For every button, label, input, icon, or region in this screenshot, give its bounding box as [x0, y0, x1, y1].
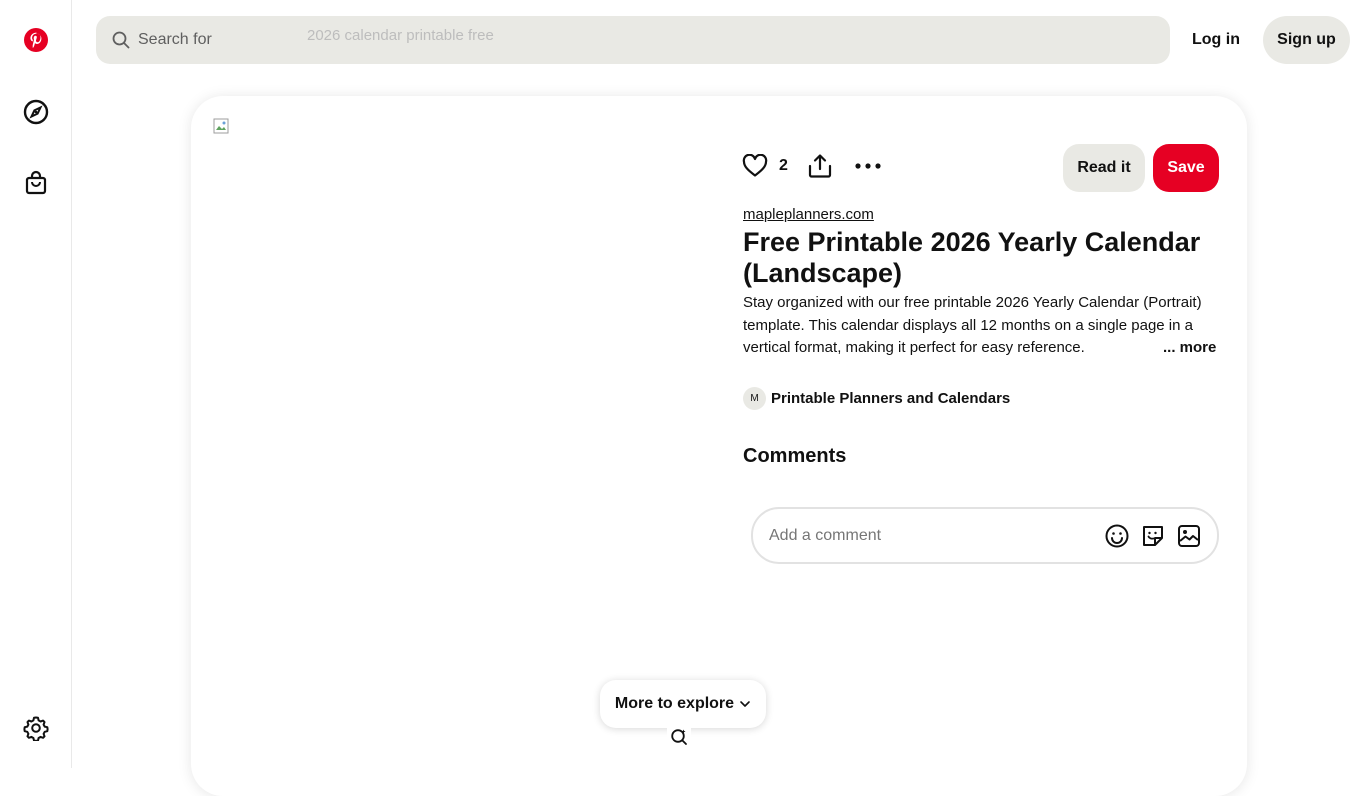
more-to-explore-label: More to explore — [614, 695, 735, 712]
search-input[interactable]: Search for — [138, 31, 212, 49]
search-bar[interactable]: Search for 2026 calendar printable free — [96, 16, 1170, 64]
save-button[interactable]: Save — [1153, 144, 1219, 192]
more-options-icon[interactable] — [854, 152, 882, 180]
pin-description: Stay organized with our free printable 2… — [743, 294, 1202, 356]
more-to-explore-button[interactable]: More to explore — [600, 680, 766, 728]
pin-actions: 2 — [741, 152, 882, 180]
comment-input-placeholder[interactable]: Add a comment — [769, 527, 1093, 545]
board-link[interactable]: M Printable Planners and Calendars — [743, 387, 1010, 410]
emoji-icon[interactable] — [1105, 524, 1129, 548]
comment-input[interactable]: Add a comment — [751, 507, 1219, 564]
board-name: Printable Planners and Calendars — [771, 390, 1011, 407]
comments-heading: Comments — [743, 445, 847, 467]
board-avatar: M — [743, 387, 766, 410]
left-sidebar — [0, 0, 72, 768]
search-icon — [112, 31, 130, 49]
description-more-link[interactable]: ... more — [1157, 338, 1217, 358]
chevron-down-icon — [739, 698, 751, 710]
share-icon[interactable] — [806, 152, 834, 180]
login-button[interactable]: Log in — [1180, 16, 1252, 64]
signup-button[interactable]: Sign up — [1263, 16, 1350, 64]
shopping-bag-icon[interactable] — [22, 169, 50, 197]
pin-title: Free Printable 2026 Yearly Calendar (Lan… — [743, 227, 1201, 288]
pinterest-logo-icon[interactable] — [22, 26, 50, 54]
source-link[interactable]: mapleplanners.com — [743, 206, 874, 223]
settings-gear-icon[interactable] — [22, 714, 50, 742]
image-upload-icon[interactable] — [1177, 524, 1201, 548]
heart-icon[interactable] — [741, 152, 769, 180]
like-count: 2 — [779, 157, 788, 174]
read-it-button[interactable]: Read it — [1063, 144, 1145, 192]
comment-tools — [1093, 524, 1201, 548]
explore-compass-icon[interactable] — [22, 98, 50, 126]
broken-image-icon — [213, 118, 229, 134]
sticker-icon[interactable] — [1141, 524, 1165, 548]
search-suggestion-text: 2026 calendar printable free — [307, 27, 494, 43]
visual-search-icon[interactable] — [667, 726, 691, 748]
